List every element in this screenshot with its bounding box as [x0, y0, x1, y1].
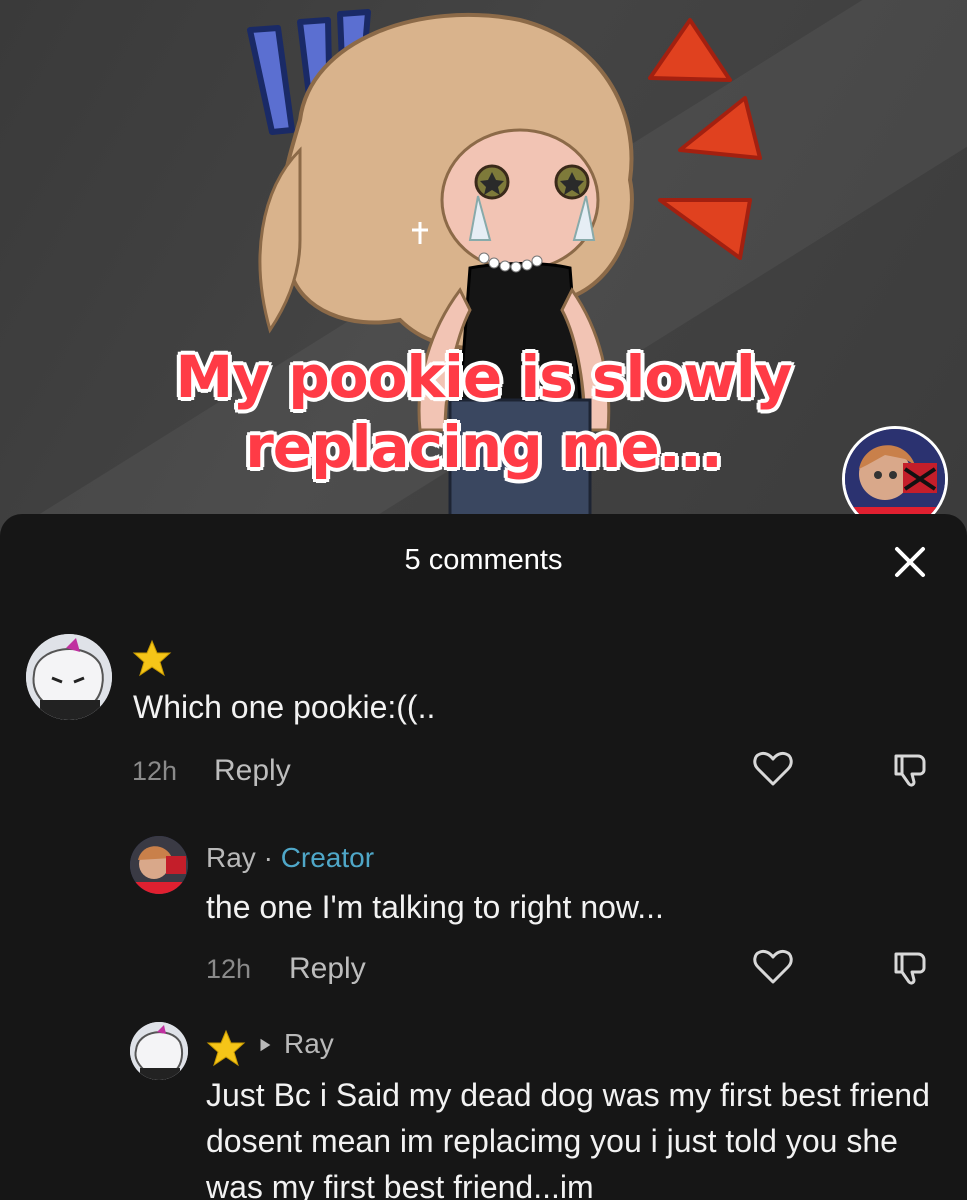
reply-to-username[interactable]: Ray [284, 1028, 334, 1060]
comment-timestamp: 12h [132, 756, 178, 786]
dislike-icon[interactable] [888, 746, 934, 792]
commenter-reply-avatar-image [130, 1022, 188, 1080]
creator-reply-avatar-image [130, 836, 188, 894]
reply-button[interactable]: Reply [214, 754, 291, 788]
reply-author: Ray · Creator [206, 842, 374, 874]
reply-timestamp: 12h [206, 954, 252, 984]
comment-item: Which one pookie:((.. 12h Reply [0, 514, 967, 814]
commenter-avatar[interactable] [26, 634, 112, 720]
reply-button[interactable]: Reply [289, 952, 366, 986]
commenter-avatar-image [26, 634, 112, 720]
video-player[interactable]: My pookie is slowly replacing me... [0, 0, 967, 540]
comments-sheet: 5 comments Which one pookie:((.. 12h Rep… [0, 514, 967, 1200]
reply-username[interactable]: Ray [206, 842, 256, 873]
dislike-icon[interactable] [888, 944, 934, 990]
star-icon [206, 1029, 246, 1067]
caption-line-2: replacing me... [245, 413, 723, 481]
reply-text: the one I'm talking to right now... [206, 889, 664, 925]
creator-tag: Creator [280, 842, 375, 873]
reply-text: Just Bc i Said my dead dog was my first … [206, 1077, 930, 1200]
creator-reply-avatar[interactable] [130, 836, 188, 894]
app-screen: My pookie is slowly replacing me... 5 co… [0, 0, 967, 1200]
commenter-reply-avatar[interactable] [130, 1022, 188, 1080]
reply-item: Ray Just Bc i Said my dead dog was my fi… [0, 1014, 967, 1200]
video-caption: My pookie is slowly replacing me... [0, 342, 967, 482]
caption-line-1: My pookie is slowly [175, 343, 792, 411]
reply-arrow-icon [260, 1038, 271, 1052]
username-separator: · [255, 842, 281, 873]
heart-icon[interactable] [750, 944, 796, 990]
star-icon [132, 639, 172, 677]
comment-text: Which one pookie:((.. [133, 689, 436, 725]
reply-item: Ray · Creator the one I'm talking to rig… [0, 814, 967, 1014]
heart-icon[interactable] [750, 746, 796, 792]
